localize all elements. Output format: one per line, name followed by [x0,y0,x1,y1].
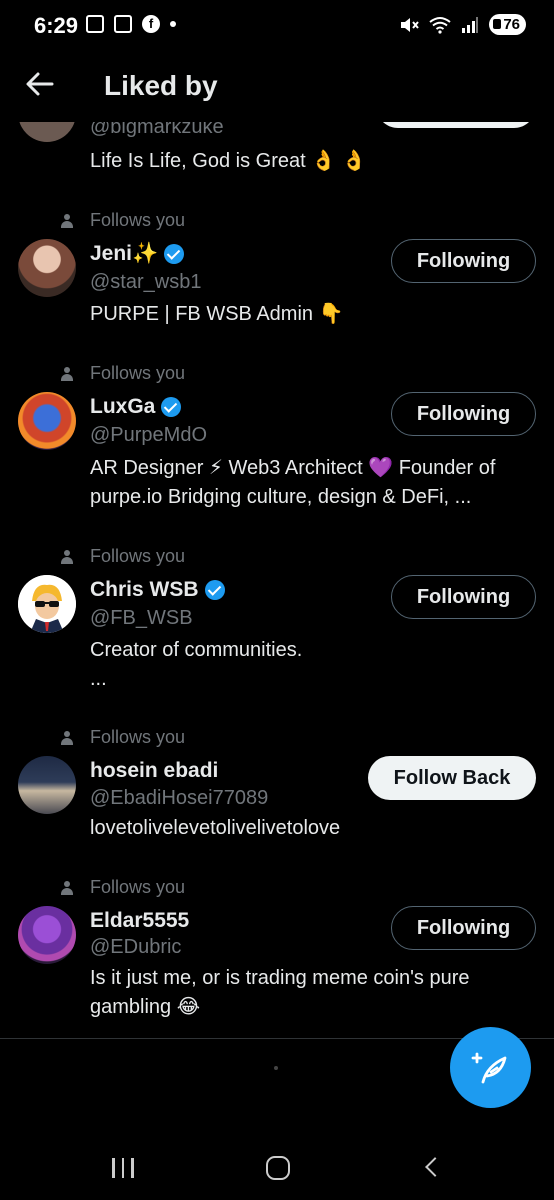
following-button[interactable]: Following [391,575,536,619]
top-app-bar: Liked by [0,52,554,122]
follow-back-button[interactable]: Follow Back [368,756,536,800]
scroll-indicator [274,1066,278,1070]
battery-icon: 76 [489,14,526,35]
user-handle: @FB_WSB [90,607,193,629]
wsb-mascot-icon [18,575,76,633]
status-time: 6:29 [34,13,79,38]
follows-you-label: Follows you [60,363,185,384]
avatar[interactable] [18,575,76,633]
person-icon [60,366,74,381]
user-name[interactable]: Chris WSB [90,578,199,602]
follows-you-label: Follows you [60,210,185,231]
arrow-left-icon[interactable] [22,66,58,102]
following-button[interactable]: Following [391,906,536,950]
person-icon [60,880,74,895]
status-bar: 6:29 f 76 [0,0,554,52]
user-name[interactable]: Eldar5555 [90,909,189,933]
user-bio: Is it just me, or is trading meme coin's… [90,967,470,1018]
home-icon[interactable] [266,1156,290,1180]
user-bio: Life Is Life, God is Great 👌 👌 [90,150,367,172]
following-button[interactable]: Following [391,392,536,436]
page-title: Liked by [104,70,218,101]
facebook-icon: f [142,15,160,33]
follows-you-label: Follows you [60,727,185,748]
person-icon [60,213,74,228]
user-bio: PURPE | FB WSB Admin 👇 [90,303,344,325]
verified-badge-icon [164,244,185,264]
notification-dot-icon [170,21,176,27]
avatar[interactable] [18,906,76,964]
following-button[interactable]: Following [391,239,536,283]
user-bio: lovetolivelevetolivelivetolove [90,817,341,839]
user-handle: @EDubric [90,936,182,958]
compose-post-icon [471,1052,506,1083]
signal-icon [462,16,479,33]
user-name[interactable]: LuxGa [90,395,155,419]
screenshot-icon [86,15,104,33]
verified-badge-icon [204,580,225,600]
person-icon [60,730,74,745]
user-bio: AR Designer ⚡ Web3 Architect 💜 Founder o… [90,457,496,508]
avatar[interactable] [18,392,76,450]
avatar[interactable] [18,239,76,297]
compose-post-button[interactable] [450,1027,531,1108]
user-bio: Creator of communities. ... [90,639,303,690]
user-name[interactable]: hosein ebadi [90,759,218,783]
recents-icon[interactable] [112,1158,134,1178]
user-name[interactable]: Jeni✨ [90,242,158,266]
user-handle: @PurpeMdO [90,424,208,446]
follows-you-label: Follows you [60,877,185,898]
wifi-icon [429,16,451,34]
user-handle: @star_wsb1 [90,271,202,293]
person-icon [60,549,74,564]
avatar[interactable] [18,756,76,814]
mute-icon [401,17,420,32]
calendar-icon [114,15,132,33]
follows-you-label: Follows you [60,546,185,567]
system-nav-bar [0,1130,554,1200]
user-handle: @EbadiHosei77089 [90,787,269,809]
verified-badge-icon [161,397,182,417]
back-nav-icon[interactable] [425,1157,445,1177]
